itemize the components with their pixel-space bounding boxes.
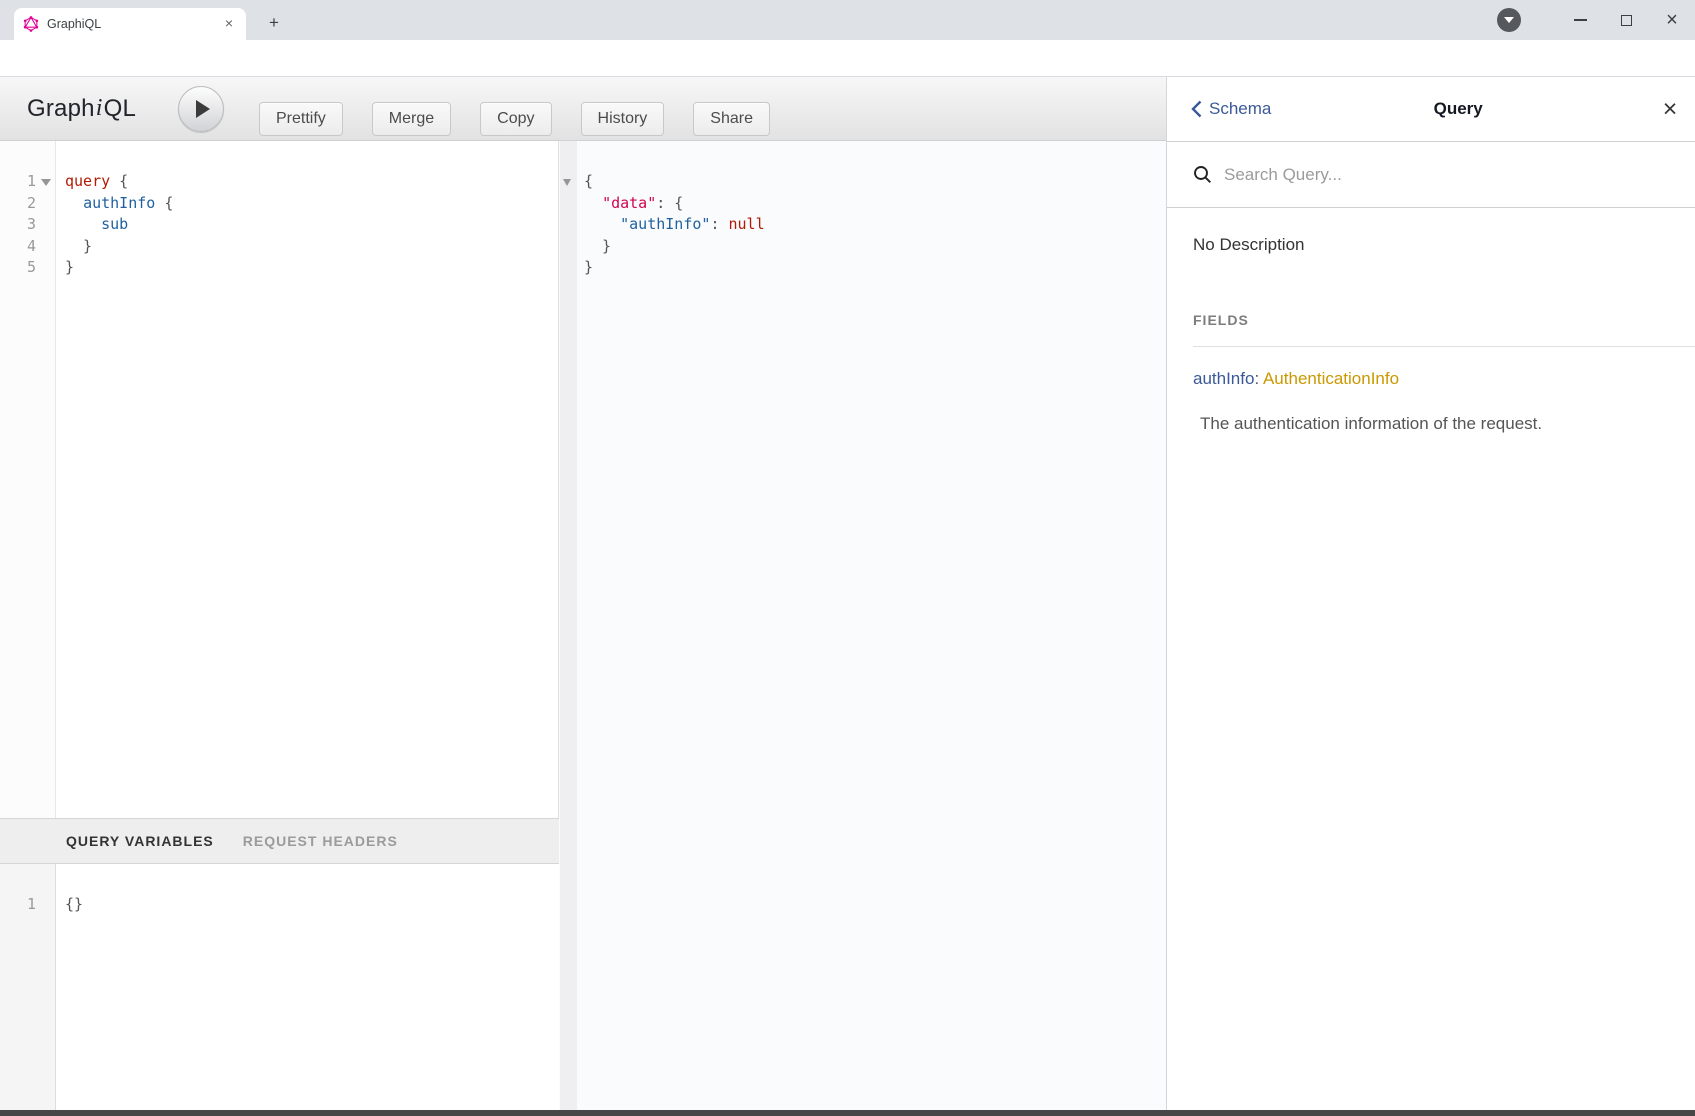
- variables-editor-pane: 1 {}: [0, 864, 559, 1110]
- graphiql-toolbar-buttons: Prettify Merge Copy History Share: [259, 102, 770, 136]
- code-line: 3 sub: [0, 214, 558, 236]
- doc-close-button[interactable]: ×: [1645, 97, 1695, 122]
- minimize-button[interactable]: [1557, 0, 1603, 40]
- close-window-button[interactable]: ×: [1649, 0, 1695, 40]
- code-text: "data": {: [584, 193, 683, 215]
- prettify-button[interactable]: Prettify: [259, 102, 343, 136]
- line-number: 3: [0, 214, 36, 236]
- window-controls: ×: [1497, 0, 1695, 40]
- play-icon: [196, 100, 210, 118]
- doc-title: Query: [1271, 99, 1645, 119]
- doc-search-row: [1167, 142, 1695, 208]
- field-colon: :: [1254, 369, 1263, 388]
- code-line: "data": {: [559, 193, 1166, 215]
- tab-title: GraphiQL: [47, 17, 220, 31]
- tab-strip: GraphiQL × + ×: [0, 0, 1695, 40]
- doc-fields-list: authInfo: AuthenticationInfo The authenti…: [1193, 369, 1695, 434]
- share-button[interactable]: Share: [693, 102, 770, 136]
- fold-arrow-icon[interactable]: [41, 179, 51, 186]
- search-icon: [1193, 165, 1212, 184]
- result-fold-gutter: [560, 141, 577, 1110]
- doc-back-link[interactable]: Schema: [1191, 99, 1271, 119]
- close-icon: ×: [1666, 10, 1678, 30]
- code-line: 2 authInfo {: [0, 193, 558, 215]
- minimize-icon: [1574, 19, 1587, 21]
- maximize-button[interactable]: [1603, 0, 1649, 40]
- code-text: }: [584, 257, 593, 279]
- code-text: query {: [65, 171, 128, 193]
- code-line: {: [559, 171, 1166, 193]
- merge-button[interactable]: Merge: [372, 102, 451, 136]
- maximize-icon: [1621, 15, 1632, 26]
- doc-explorer-header: Schema Query ×: [1167, 77, 1695, 142]
- code-line: }: [559, 236, 1166, 258]
- line-number: 4: [0, 236, 36, 258]
- execute-query-button[interactable]: [178, 86, 224, 132]
- secondary-editor-tabs: QUERY VARIABLES REQUEST HEADERS: [0, 818, 559, 864]
- query-pane: 1query {2 authInfo {3 sub4 }5} QUERY VAR…: [0, 141, 559, 1110]
- type-name-link[interactable]: AuthenticationInfo: [1263, 369, 1399, 388]
- copy-button[interactable]: Copy: [480, 102, 551, 136]
- code-text: }: [65, 236, 92, 258]
- result-pane: { "data": { "authInfo": null }}: [559, 141, 1166, 1110]
- field-name-link[interactable]: authInfo: [1193, 369, 1254, 388]
- doc-explorer-panel: Schema Query × No Description FIELDS aut…: [1166, 77, 1695, 1110]
- code-text: authInfo {: [65, 193, 173, 215]
- code-line: }: [559, 257, 1166, 279]
- doc-search-input[interactable]: [1224, 165, 1624, 185]
- new-tab-button[interactable]: +: [262, 12, 286, 36]
- graphiql-topbar: GraphiQL Prettify Merge Copy History Share: [0, 77, 1166, 141]
- field-description: The authentication information of the re…: [1200, 414, 1655, 434]
- code-line: 1 query {: [0, 171, 558, 193]
- graphiql-app: GraphiQL Prettify Merge Copy History Share 1…: [0, 77, 1695, 1116]
- code-line: 1 {}: [0, 894, 559, 916]
- result-viewer[interactable]: { "data": { "authInfo": null }}: [559, 171, 1166, 279]
- code-line: "authInfo": null: [559, 214, 1166, 236]
- code-text: {: [584, 171, 593, 193]
- tab-query-variables[interactable]: QUERY VARIABLES: [66, 833, 214, 849]
- query-editor[interactable]: 1query {2 authInfo {3 sub4 }5}: [0, 171, 558, 279]
- doc-back-label: Schema: [1209, 99, 1271, 119]
- chevron-left-icon: [1191, 100, 1202, 118]
- tab-search-chevron-icon[interactable]: [1497, 8, 1521, 32]
- doc-fields-divider: [1193, 346, 1695, 347]
- code-line: 4 }: [0, 236, 558, 258]
- tab-close-icon[interactable]: ×: [220, 15, 238, 33]
- doc-no-description: No Description: [1193, 235, 1695, 255]
- line-number: 1: [0, 171, 36, 193]
- browser-tab[interactable]: GraphiQL ×: [14, 8, 246, 40]
- code-line: 5}: [0, 257, 558, 279]
- history-button[interactable]: History: [581, 102, 665, 136]
- line-number: 2: [0, 193, 36, 215]
- code-text: {}: [65, 894, 83, 916]
- graphiql-logo: GraphiQL: [27, 77, 136, 140]
- browser-window: GraphiQL × + × ← → i localhost:3000/grap…: [0, 0, 1695, 1116]
- doc-body: No Description FIELDS authInfo: Authenti…: [1167, 235, 1695, 434]
- code-text: }: [65, 257, 74, 279]
- window-bottom-edge: [0, 1110, 1695, 1116]
- browser-toolbar: ← → i localhost:3000/graphql ☆ P: [0, 40, 1695, 77]
- graphql-favicon-icon: [23, 16, 39, 32]
- line-number: 5: [0, 257, 36, 279]
- code-text: sub: [65, 214, 128, 236]
- doc-fields-heading: FIELDS: [1193, 312, 1695, 328]
- fold-arrow-icon[interactable]: [563, 179, 571, 186]
- doc-field-item: authInfo: AuthenticationInfo: [1193, 369, 1695, 389]
- tab-request-headers[interactable]: REQUEST HEADERS: [243, 833, 398, 849]
- code-text: }: [584, 236, 611, 258]
- variables-editor[interactable]: 1 {}: [0, 894, 559, 916]
- line-number: 1: [0, 894, 36, 916]
- code-text: "authInfo": null: [584, 214, 765, 236]
